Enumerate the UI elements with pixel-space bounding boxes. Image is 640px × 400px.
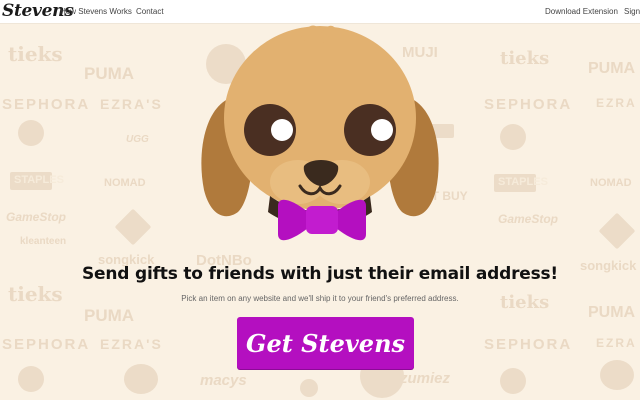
hero-headline: Send gifts to friends with just their em…: [82, 264, 558, 284]
brand-logo-bestbuy: BEST BUY: [407, 189, 468, 203]
hero-subline: Pick an item on any website and we'll sh…: [181, 294, 459, 303]
nav-sign-in[interactable]: Sign i: [624, 7, 640, 16]
nav-contact[interactable]: Contact: [136, 7, 164, 16]
brand-logo-puma: PUMA: [84, 64, 135, 83]
brand-logo-ezras: EZRA'S: [100, 96, 163, 112]
brand-logo-kleanteen: kleanteen: [20, 236, 67, 247]
brand-logo-ugg: UGG: [126, 134, 149, 145]
brand-logo-muji: MUJI: [402, 44, 438, 61]
nav-how-stevens-works[interactable]: How Stevens Works: [60, 7, 132, 16]
brand-logo-gamestop: GameStop: [6, 210, 67, 224]
get-stevens-button[interactable]: Get Stevens: [237, 317, 414, 369]
brand-logo-zumiez: zumiez: [400, 370, 451, 387]
brand-logo-nordstrom: NORDSTROM: [270, 194, 338, 204]
top-navigation-bar: Stevens How Stevens Works Contact Downlo…: [0, 0, 640, 24]
brand-logo-sephora: SEPHORA: [2, 96, 91, 113]
brand-logo-nomad: NOMAD: [104, 177, 146, 189]
brand-logo-tieks: tieks: [8, 42, 63, 66]
nav-download-extension[interactable]: Download Extension: [545, 7, 618, 16]
brand-logo-staples: STAPLES: [14, 174, 64, 186]
brand-logo-macys: macys: [200, 372, 247, 389]
